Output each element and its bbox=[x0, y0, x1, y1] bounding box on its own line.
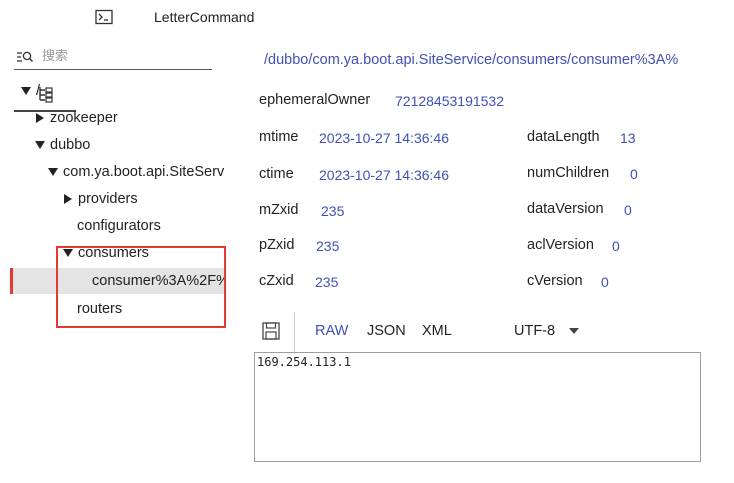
charset-value: UTF-8 bbox=[514, 323, 556, 339]
collapsed-arrow-icon[interactable] bbox=[62, 193, 74, 205]
pzxid-label: pZxid bbox=[259, 237, 295, 253]
tree-node-dubbo[interactable]: dubbo bbox=[34, 132, 90, 158]
save-icon[interactable] bbox=[262, 322, 280, 340]
data-version-value: 0 bbox=[624, 202, 632, 218]
terminal-icon bbox=[95, 9, 113, 25]
tree-node-zookeeper[interactable]: zookeeper bbox=[34, 105, 118, 131]
czxid-label: cZxid bbox=[259, 273, 294, 289]
expanded-arrow-icon[interactable] bbox=[34, 139, 46, 151]
tab-letter-command-label: LetterCommand bbox=[154, 9, 255, 25]
editor-content: 169.254.113.1 bbox=[257, 355, 351, 369]
node-path: /dubbo/com.ya.boot.api.SiteService/consu… bbox=[264, 52, 679, 68]
mtime-value: 2023-10-27 14:36:46 bbox=[319, 130, 449, 146]
tab-letter-command[interactable]: LetterCommand bbox=[140, 0, 280, 34]
selected-row-marker bbox=[10, 268, 13, 294]
data-version-label: dataVersion bbox=[527, 201, 604, 217]
expanded-arrow-icon[interactable] bbox=[20, 85, 32, 97]
ephemeral-owner-value: 72128453191532 bbox=[395, 93, 505, 109]
collapsed-arrow-icon[interactable] bbox=[34, 112, 46, 124]
ctime-value: 2023-10-27 14:36:46 bbox=[319, 167, 449, 183]
search-filter-icon bbox=[14, 48, 36, 66]
acl-version-value: 0 bbox=[612, 238, 620, 254]
ephemeral-owner-label: ephemeralOwner bbox=[259, 92, 371, 108]
tree-node-label: zookeeper bbox=[50, 110, 118, 126]
czxid-value: 235 bbox=[315, 274, 339, 290]
highlight-box bbox=[56, 246, 226, 328]
tab-terminal[interactable] bbox=[82, 0, 126, 34]
top-tab-bar: LetterCommand bbox=[0, 0, 734, 112]
ctime-label: ctime bbox=[259, 166, 294, 182]
search-input[interactable] bbox=[42, 49, 202, 64]
num-children-label: numChildren bbox=[527, 165, 610, 181]
tree-node-label: configurators bbox=[77, 218, 161, 234]
charset-select[interactable]: UTF-8 bbox=[514, 323, 580, 339]
tree-node-label: dubbo bbox=[50, 137, 91, 153]
data-length-label: dataLength bbox=[527, 129, 600, 145]
c-version-value: 0 bbox=[601, 274, 609, 290]
mtime-label: mtime bbox=[259, 129, 299, 145]
toolbar-divider bbox=[294, 312, 295, 352]
c-version-label: cVersion bbox=[527, 273, 583, 289]
pzxid-value: 235 bbox=[316, 238, 340, 254]
tree-node-label: providers bbox=[78, 191, 138, 207]
format-json-button[interactable]: JSON bbox=[367, 323, 406, 339]
data-editor[interactable]: 169.254.113.1 bbox=[254, 352, 701, 462]
tree-node-label: com.ya.boot.api.SiteServ bbox=[63, 164, 225, 180]
tree-node-providers[interactable]: providers bbox=[62, 186, 138, 212]
search-box bbox=[14, 44, 212, 70]
tree-node-root[interactable]: / bbox=[20, 78, 40, 104]
num-children-value: 0 bbox=[630, 166, 638, 182]
data-length-value: 13 bbox=[620, 130, 636, 146]
acl-version-label: aclVersion bbox=[527, 237, 594, 253]
tree-node-service[interactable]: com.ya.boot.api.SiteServ bbox=[47, 159, 225, 185]
mzxid-label: mZxid bbox=[259, 202, 299, 218]
mzxid-value: 235 bbox=[321, 203, 345, 219]
format-xml-button[interactable]: XML bbox=[422, 323, 452, 339]
tree-node-configurators[interactable]: configurators bbox=[77, 213, 161, 239]
expanded-arrow-icon[interactable] bbox=[47, 166, 59, 178]
format-raw-button[interactable]: RAW bbox=[315, 323, 348, 339]
caret-down-icon bbox=[569, 328, 580, 334]
tree-node-label: / bbox=[36, 83, 41, 99]
